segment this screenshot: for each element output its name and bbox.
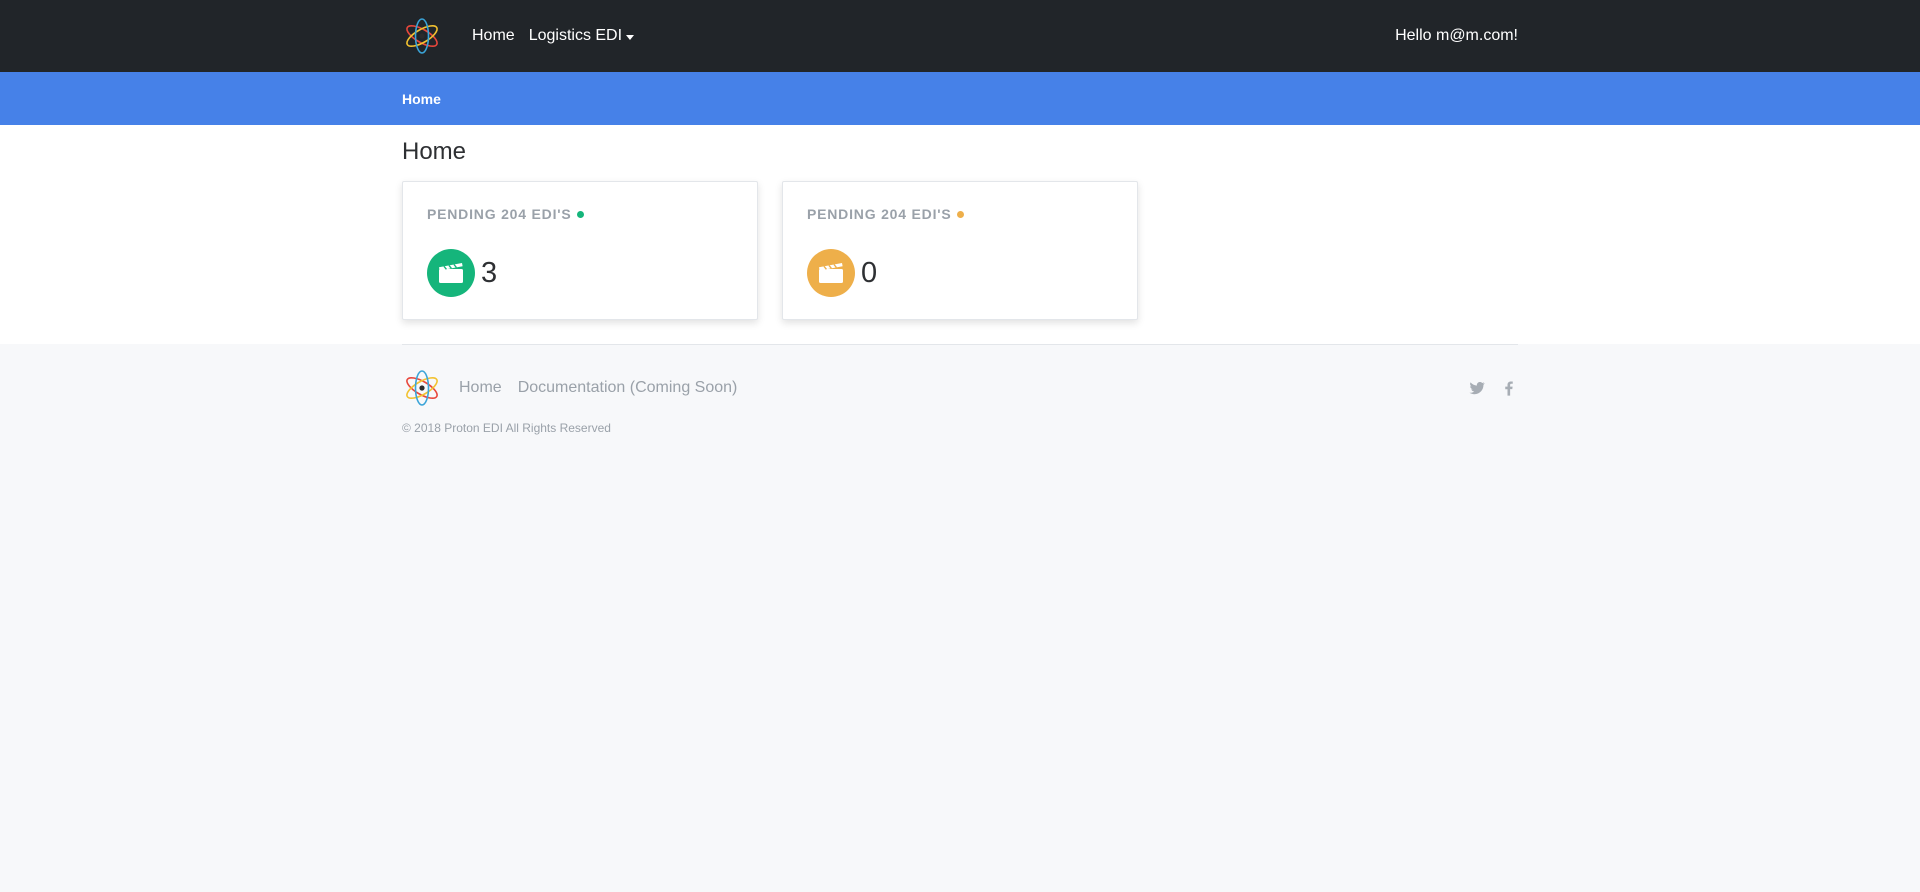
nav-home-link[interactable]: Home (472, 27, 515, 45)
stat-card-header: PENDING 204 EDI'S (807, 206, 1113, 222)
stat-card-value: 3 (481, 256, 498, 289)
page-title: Home (402, 138, 467, 165)
stat-card-body: 3 (427, 249, 733, 297)
breadcrumb-home[interactable]: Home (402, 91, 441, 107)
stat-card-title: PENDING 204 EDI'S (427, 206, 572, 222)
caret-down-icon (626, 34, 635, 40)
nav-logistics-edi-label: Logistics EDI (528, 27, 623, 44)
status-dot (576, 210, 584, 218)
stat-card-body: 0 (807, 249, 1113, 297)
footer-nav: Home Documentation (Coming Soon) (402, 368, 1518, 408)
top-navbar: Home Logistics EDI Hello m@m.com! (0, 0, 1920, 72)
clapperboard-icon (427, 249, 475, 297)
atom-logo-icon[interactable] (402, 16, 442, 56)
atom-logo-icon[interactable] (402, 368, 442, 408)
nav-logistics-edi-dropdown[interactable]: Logistics EDI (528, 27, 635, 45)
copyright-text: © 2018 Proton EDI All Rights Reserved (402, 421, 611, 435)
main-content: Home PENDING 204 EDI'S 3 PENDING 204 EDI… (0, 125, 1920, 344)
stat-card[interactable]: PENDING 204 EDI'S 3 (402, 181, 758, 320)
stat-card-title: PENDING 204 EDI'S (807, 206, 952, 222)
footer-documentation-link[interactable]: Documentation (Coming Soon) (518, 379, 738, 397)
status-dot (956, 210, 964, 218)
stat-card[interactable]: PENDING 204 EDI'S 0 (782, 181, 1138, 320)
user-greeting[interactable]: Hello m@m.com! (1395, 27, 1518, 45)
stat-card-value: 0 (861, 256, 878, 289)
clapperboard-icon (807, 249, 855, 297)
twitter-icon[interactable] (1468, 379, 1486, 397)
footer-home-link[interactable]: Home (459, 379, 502, 397)
facebook-icon[interactable] (1500, 379, 1518, 397)
social-links (1454, 379, 1518, 397)
page-footer: Home Documentation (Coming Soon) © 2018 … (402, 344, 1518, 435)
stat-card-header: PENDING 204 EDI'S (427, 206, 733, 222)
main-nav: Home Logistics EDI (472, 27, 635, 45)
stat-cards: PENDING 204 EDI'S 3 PENDING 204 EDI'S 0 (402, 181, 1518, 320)
breadcrumb-bar: Home (0, 72, 1920, 125)
